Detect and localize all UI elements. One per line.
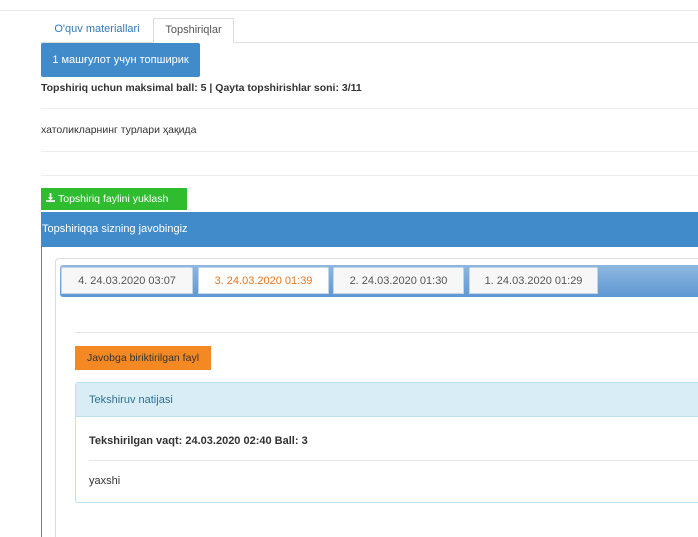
task-button[interactable]: 1 машғулот учун топширик — [41, 43, 200, 77]
upload-task-file-button[interactable]: Topshiriq faylini yuklash — [41, 188, 187, 210]
download-icon — [46, 189, 55, 211]
answer-panel-header: Topshiriqqa sizning javobingiz — [42, 212, 698, 247]
divider — [89, 460, 698, 461]
tab-materials[interactable]: O'quv materiallari — [41, 18, 153, 42]
check-result-title: Tekshiruv natijasi — [76, 383, 698, 417]
version-tab-bar: 4. 24.03.2020 03:07 3. 24.03.2020 01:39 … — [60, 265, 698, 297]
version-tab-4[interactable]: 4. 24.03.2020 03:07 — [61, 267, 193, 294]
top-tab-bar: O'quv materiallari Topshiriqlar — [41, 18, 698, 43]
check-result-panel: Tekshiruv natijasi Tekshirilgan vaqt: 24… — [75, 382, 698, 503]
divider — [41, 151, 698, 152]
divider — [41, 108, 698, 109]
answer-panel-title: Topshiriqqa sizning javobingiz — [42, 223, 188, 235]
version-tab-1[interactable]: 1. 24.03.2020 01:29 — [469, 267, 598, 294]
answer-versions-container: 4. 24.03.2020 03:07 3. 24.03.2020 01:39 … — [55, 258, 698, 537]
divider — [75, 332, 698, 333]
upload-button-label: Topshiriq faylini yuklash — [58, 193, 169, 205]
task-topic: хатоликларнинг турлари ҳақида — [41, 124, 197, 136]
page: O'quv materiallari Topshiriqlar 1 машғул… — [0, 0, 698, 537]
task-info: Topshiriq uchun maksimal ball: 5 | Qayta… — [41, 82, 362, 94]
checked-time-and-score: Tekshirilgan vaqt: 24.03.2020 02:40 Ball… — [89, 435, 308, 447]
divider — [0, 10, 698, 11]
tab-tasks[interactable]: Topshiriqlar — [153, 18, 234, 43]
version-tab-2[interactable]: 2. 24.03.2020 01:30 — [333, 267, 464, 294]
reviewer-comment: yaxshi — [89, 475, 121, 487]
attached-file-button[interactable]: Javobga biriktirilgan fayl — [75, 346, 211, 370]
answer-panel: Topshiriqqa sizning javobingiz 4. 24.03.… — [41, 212, 698, 537]
divider — [41, 175, 698, 176]
version-tab-3[interactable]: 3. 24.03.2020 01:39 — [198, 267, 329, 294]
